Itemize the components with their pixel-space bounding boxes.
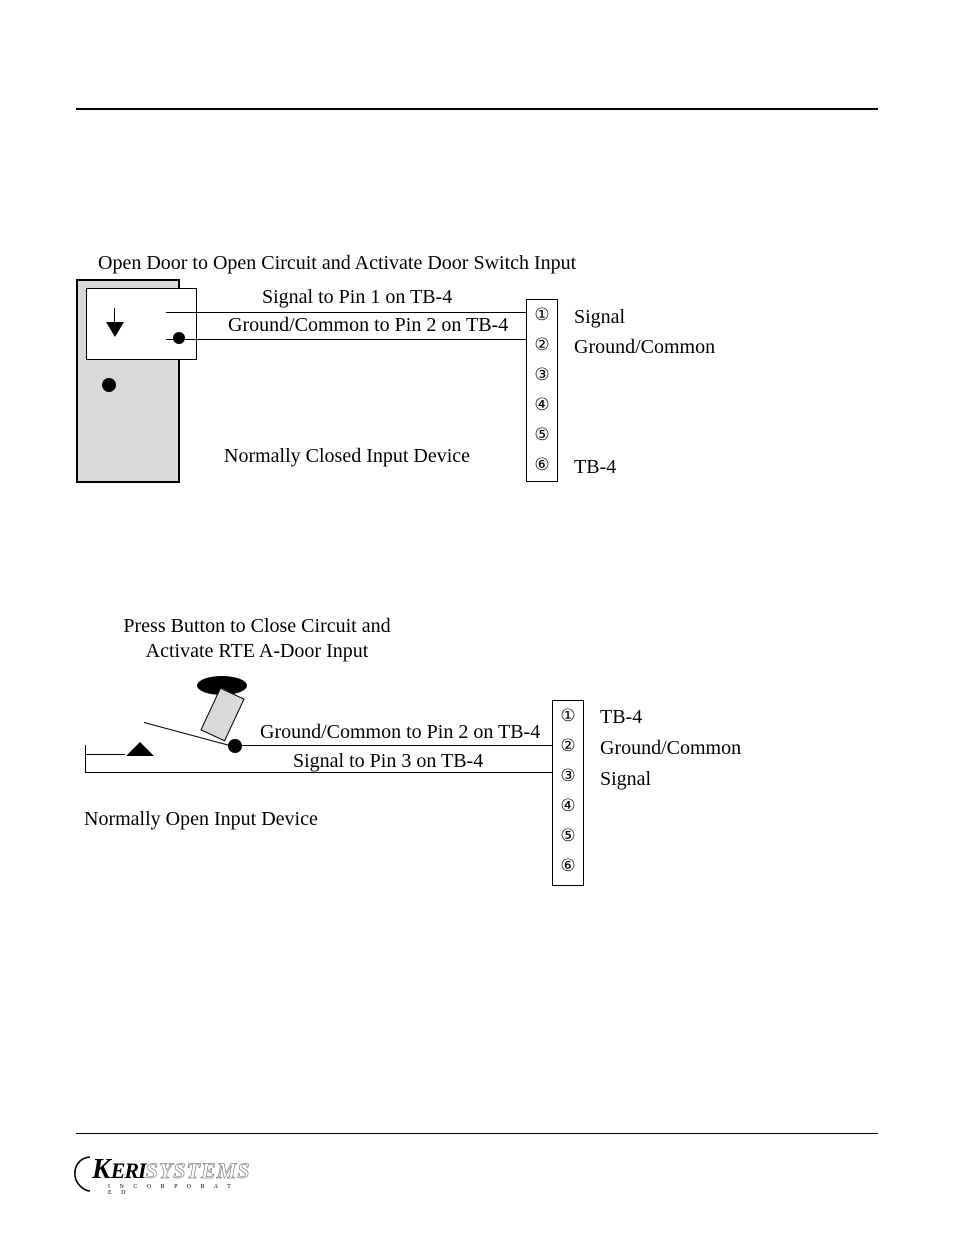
tb-pin-2: ② (527, 330, 557, 360)
logo-eri: ERI (111, 1158, 146, 1183)
figure-door-switch: Open Door to Open Circuit and Activate D… (76, 246, 878, 506)
terminal-block-tb4: ① ② ③ ④ ⑤ ⑥ (552, 700, 584, 886)
wire-ground (236, 745, 563, 746)
wire-label-ground: Ground/Common to Pin 2 on TB-4 (228, 314, 508, 337)
circuit-node-icon (173, 332, 185, 344)
tb-pin-4: ④ (553, 791, 583, 821)
tb-pin-3: ③ (553, 761, 583, 791)
legend-ground: Ground/Common (574, 332, 715, 362)
tb-pin-3: ③ (527, 360, 557, 390)
figure2-caption-line2: Activate RTE A-Door Input (146, 640, 369, 662)
logo-incorporated: I N C O R P O R A T E D (108, 1184, 236, 1196)
tb-pin-5: ⑤ (553, 821, 583, 851)
figure1-pin-legend: Signal Ground/Common TB-4 (574, 302, 715, 482)
tb-pin-1: ① (527, 300, 557, 330)
wire-label-ground: Ground/Common to Pin 2 on TB-4 (260, 721, 540, 744)
tb-pin-6: ⑥ (527, 450, 557, 480)
legend-tb4: TB-4 (574, 452, 715, 482)
switch-contact-icon (126, 742, 154, 756)
figure-rte-button: Press Button to Close Circuit and Activa… (76, 614, 878, 894)
tb-pin-1: ① (553, 701, 583, 731)
figure2-caption-line1: Press Button to Close Circuit and (123, 615, 390, 637)
footer-rule (76, 1133, 878, 1134)
legend-ground: Ground/Common (600, 733, 741, 764)
tb-pin-6: ⑥ (553, 851, 583, 881)
figure1-caption: Open Door to Open Circuit and Activate D… (98, 252, 576, 275)
wire-segment (85, 754, 125, 755)
header-rule (76, 108, 878, 110)
door-panel (86, 288, 197, 360)
logo-systems: SYSTEMS (146, 1158, 251, 1183)
wire-signal (166, 312, 536, 313)
tb-pin-2: ② (553, 731, 583, 761)
button-pivot-icon (228, 739, 242, 753)
button-stem-icon (200, 687, 244, 741)
figure2-pin-legend: TB-4 Ground/Common Signal (600, 702, 741, 795)
legend-signal: Signal (574, 302, 715, 332)
wire-label-signal: Signal to Pin 1 on TB-4 (262, 286, 452, 309)
footer-logo: KERISYSTEMS I N C O R P O R A T E D (76, 1154, 236, 1196)
wire-label-signal: Signal to Pin 3 on TB-4 (293, 750, 483, 773)
legend-tb4: TB-4 (600, 702, 741, 733)
legend-signal: Signal (600, 764, 741, 795)
wire-ground (166, 339, 536, 340)
tb-pin-4: ④ (527, 390, 557, 420)
figure2-caption: Press Button to Close Circuit and Activa… (112, 614, 402, 664)
figure1-device-label: Normally Closed Input Device (224, 445, 470, 468)
figure2-device-label: Normally Open Input Device (84, 808, 318, 831)
document-page: Open Door to Open Circuit and Activate D… (0, 0, 954, 1235)
tb-pin-5: ⑤ (527, 420, 557, 450)
arrow-down-icon (106, 322, 124, 337)
terminal-block-tb4: ① ② ③ ④ ⑤ ⑥ (526, 299, 558, 482)
logo-k: K (92, 1154, 111, 1185)
door-knob-icon (102, 378, 116, 392)
